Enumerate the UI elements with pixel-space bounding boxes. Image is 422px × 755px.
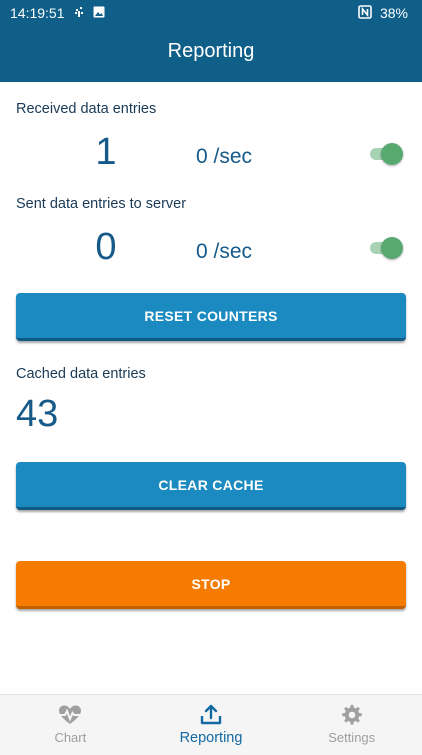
sent-label: Sent data entries to server [16, 196, 187, 212]
nfc-icon [358, 4, 372, 22]
received-rate: 0 /sec [196, 145, 253, 168]
image-icon [93, 5, 105, 21]
bottom-navigation: Chart Reporting Settings [0, 694, 422, 755]
cached-label: Cached data entries [16, 366, 146, 382]
nav-settings-label: Settings [328, 730, 376, 745]
battery-level: 38% [379, 5, 408, 21]
usb-debug-icon [73, 5, 85, 21]
nav-chart-label: Chart [54, 730, 87, 745]
app-bar: 14:19:51 38% Reporting [0, 0, 422, 82]
received-count: 1 [95, 131, 117, 173]
page-title: Reporting [167, 40, 255, 62]
stop-button[interactable]: STOP [16, 561, 406, 609]
clock: 14:19:51 [10, 5, 65, 21]
nav-reporting[interactable]: Reporting [141, 695, 282, 755]
sent-count: 0 [95, 226, 117, 268]
clear-cache-button[interactable]: CLEAR CACHE [16, 462, 406, 510]
nav-chart[interactable]: Chart [0, 695, 141, 755]
sent-rate: 0 /sec [196, 240, 253, 263]
gear-icon [341, 704, 363, 730]
sent-toggle[interactable] [370, 236, 404, 260]
received-label: Received data entries [16, 101, 157, 117]
cached-count: 43 [16, 393, 59, 435]
heart-pulse-icon [57, 704, 83, 730]
nav-settings[interactable]: Settings [281, 695, 422, 755]
status-bar: 14:19:51 38% [0, 0, 422, 26]
nav-reporting-label: Reporting [179, 730, 243, 746]
received-toggle[interactable] [370, 142, 404, 166]
reset-counters-button[interactable]: RESET COUNTERS [16, 293, 406, 341]
upload-icon [199, 704, 223, 730]
